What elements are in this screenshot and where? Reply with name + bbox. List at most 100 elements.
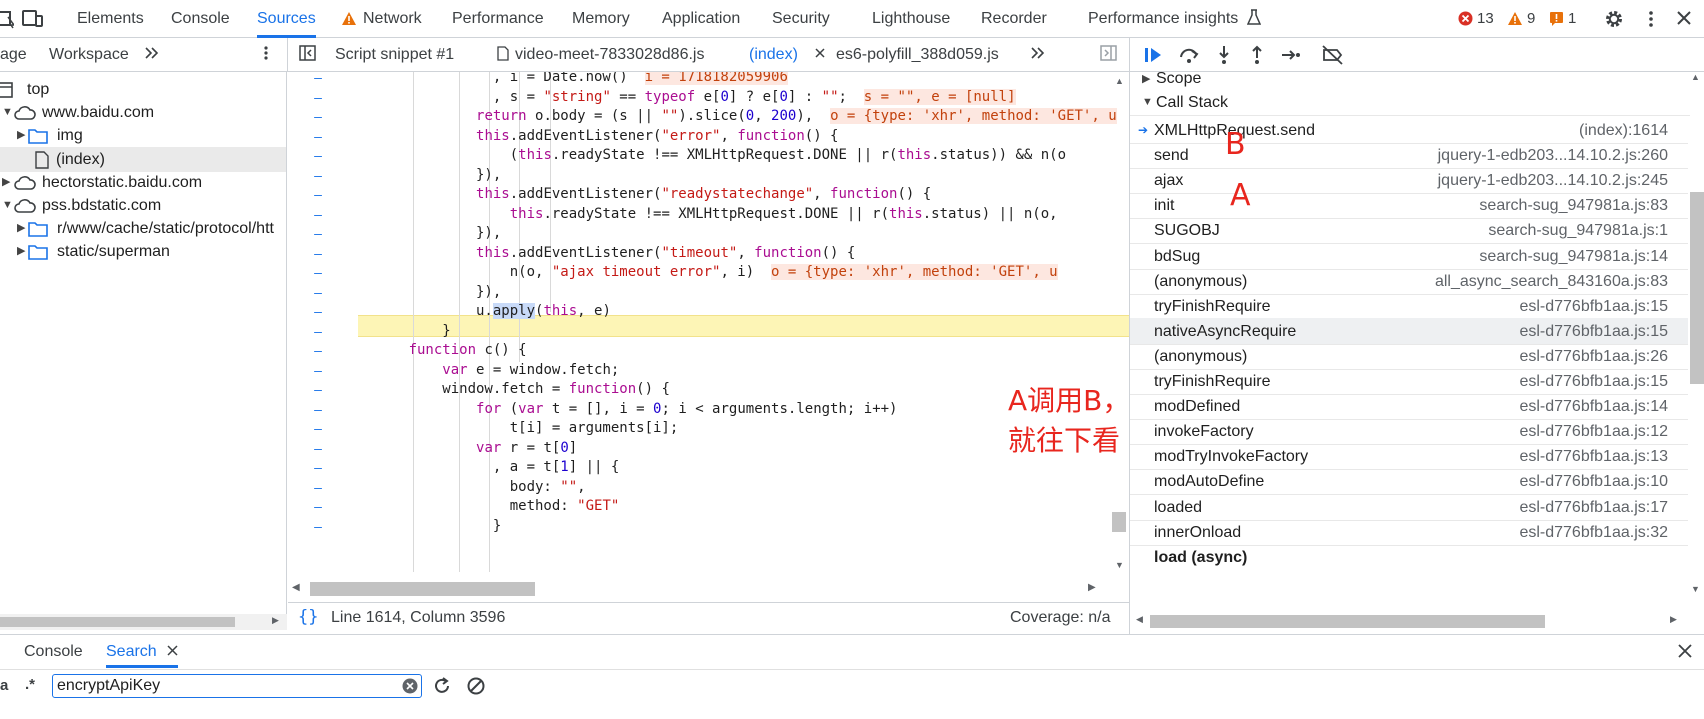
call-frame[interactable]: tryFinishRequire esl-d776bfb1aa.js:15 [1130,293,1688,320]
editor-vertical-scrollbar[interactable]: ▲ ▼ [1109,72,1129,577]
code-editor[interactable]: – – – – – – – – – – – – – – – – – – – – – – – – , i = Date.now(… [288,72,1129,572]
expand-arrow-icon[interactable]: ▶ [17,239,25,264]
scroll-right-arrow-icon[interactable]: ▶ [1088,582,1096,593]
line-gutter[interactable]: – – – – – – – – – – – – – – – – – – – – – – – – [288,72,358,572]
step-into-icon[interactable] [1213,45,1235,65]
tab-network[interactable]: Network [341,0,422,38]
line-number-marker[interactable]: – [298,223,338,244]
call-frame-location[interactable]: esl-d776bfb1aa.js:10 [1519,468,1668,495]
call-frame-location[interactable]: search-sug_947981a.js:14 [1479,243,1668,270]
scroll-right-arrow-icon[interactable]: ▶ [272,615,279,626]
call-frame-location[interactable]: esl-d776bfb1aa.js:12 [1519,418,1668,445]
match-case-toggle[interactable]: a [0,677,8,694]
more-options-icon[interactable] [1640,9,1662,29]
call-frame[interactable]: invokeFactory esl-d776bfb1aa.js:12 [1130,418,1688,446]
collapse-arrow-icon[interactable]: ▼ [2,193,13,218]
editor-tab-es6-polyfill[interactable]: es6-polyfill_388d059.js [836,38,999,72]
close-tab-icon[interactable] [814,47,826,59]
navigator-tree-item[interactable]: top [0,77,286,102]
tab-performance-insights[interactable]: Performance insights [1088,0,1261,38]
scroll-up-arrow-icon[interactable]: ▲ [1691,72,1700,82]
tab-workspace[interactable]: Workspace [49,38,129,72]
tab-memory[interactable]: Memory [572,0,630,38]
navigator-horizontal-scrollbar[interactable]: ▶ [0,614,287,630]
drawer-tab-search[interactable]: Search [106,635,179,668]
call-frame[interactable]: bdSug search-sug_947981a.js:14 [1130,243,1688,270]
line-number-marker[interactable]: – [298,282,338,303]
issues-count-badge[interactable]: 1 [1549,10,1576,27]
scroll-right-arrow-icon[interactable]: ▶ [1670,614,1677,625]
line-number-marker[interactable]: – [298,145,338,166]
call-frame[interactable]: ajax jquery-1-edb203...14.10.2.js:245 [1130,167,1688,195]
toggle-debugger-icon[interactable] [1100,38,1118,72]
call-frame[interactable]: modAutoDefine esl-d776bfb1aa.js:10 [1130,468,1688,496]
scroll-thumb[interactable] [1112,512,1126,532]
scroll-thumb[interactable] [1150,615,1545,628]
line-number-marker[interactable]: – [298,165,338,186]
regex-toggle[interactable]: .* [25,676,35,693]
navigator-tree-item[interactable]: ▶ hectorstatic.baidu.com [0,170,286,195]
call-frame-location[interactable]: all_async_search_843160a.js:83 [1435,268,1668,295]
editor-horizontal-scrollbar[interactable]: ◀ ▶ [288,579,1098,601]
call-frame[interactable]: SUGOBJ search-sug_947981a.js:1 [1130,217,1688,245]
tab-performance[interactable]: Performance [452,0,544,38]
navigator-tree-item[interactable]: ▶ r/www/cache/static/protocol/htt [0,216,286,241]
editor-tab-video-meet[interactable]: video-meet-7833028d86.js [497,38,704,72]
line-number-marker[interactable]: – [298,301,338,322]
call-frame-location[interactable]: esl-d776bfb1aa.js:13 [1519,443,1668,470]
collapse-arrow-icon[interactable]: ▼ [2,100,13,125]
scroll-thumb[interactable] [1690,192,1704,384]
call-frame-location[interactable]: esl-d776bfb1aa.js:26 [1519,343,1668,370]
call-frame[interactable]: init search-sug_947981a.js:83 [1130,192,1688,220]
close-devtools-icon[interactable] [1673,9,1695,29]
tab-application[interactable]: Application [662,0,740,38]
warning-count-badge[interactable]: 9 [1507,10,1535,27]
more-tabs-chevron-icon[interactable] [144,38,160,72]
call-frame-location[interactable]: esl-d776bfb1aa.js:15 [1519,318,1668,345]
scroll-down-arrow-icon[interactable]: ▼ [1691,584,1700,594]
tab-page[interactable]: age [0,38,27,72]
tab-elements[interactable]: Elements [77,0,144,38]
call-frame[interactable]: (anonymous) esl-d776bfb1aa.js:26 [1130,343,1688,370]
call-frame[interactable]: send jquery-1-edb203...14.10.2.js:260 [1130,142,1688,170]
line-number-marker[interactable]: – [298,321,338,342]
call-frame[interactable]: ➔ XMLHttpRequest.send (index):1614 [1130,117,1688,144]
scroll-down-arrow-icon[interactable]: ▼ [1115,560,1124,570]
line-number-marker[interactable]: – [298,379,338,400]
call-frame-location[interactable]: jquery-1-edb203...14.10.2.js:260 [1438,142,1668,169]
call-stack-section-header[interactable]: ▼ Call Stack [1130,89,1690,116]
line-number-marker[interactable]: – [298,262,338,283]
navigator-menu-icon[interactable] [262,38,270,72]
inspect-element-icon[interactable] [0,9,14,29]
scroll-thumb[interactable] [0,617,235,627]
editor-tab-snippet[interactable]: Script snippet #1 [335,38,454,72]
editor-tab-index[interactable]: (index) [749,38,826,72]
navigator-tree-item[interactable]: (index) [0,146,286,172]
call-frame-location[interactable]: esl-d776bfb1aa.js:15 [1519,368,1668,395]
call-frame[interactable]: nativeAsyncRequire esl-d776bfb1aa.js:15 [1130,317,1688,345]
scroll-left-arrow-icon[interactable]: ◀ [1136,614,1143,625]
navigator-tree-item[interactable]: ▼ pss.bdstatic.com [0,193,286,218]
clear-search-icon[interactable] [402,678,418,698]
call-frame[interactable]: loaded esl-d776bfb1aa.js:17 [1130,494,1688,521]
scroll-thumb[interactable] [310,582,535,596]
call-frame[interactable]: innerOnload esl-d776bfb1aa.js:32 [1130,519,1688,546]
line-number-marker[interactable]: – [298,184,338,205]
tab-console[interactable]: Console [171,0,230,38]
sidebar-horizontal-scrollbar[interactable]: ◀ ▶ [1130,612,1688,630]
tab-sources[interactable]: Sources [257,0,316,38]
coverage-status[interactable]: Coverage: n/a [1010,609,1111,627]
clear-results-icon[interactable] [466,676,486,700]
line-number-marker[interactable]: – [298,360,338,381]
toggle-navigator-icon[interactable] [299,38,317,72]
more-editor-tabs-chevron-icon[interactable] [1030,38,1046,72]
device-toolbar-icon[interactable] [22,9,44,29]
line-number-marker[interactable]: – [298,87,338,108]
line-number-marker[interactable]: – [298,340,338,361]
step-out-icon[interactable] [1246,45,1268,65]
line-number-marker[interactable]: – [298,418,338,439]
step-icon[interactable] [1280,45,1302,65]
navigator-tree-item[interactable]: ▶ static/superman [0,239,286,264]
scroll-left-arrow-icon[interactable]: ◀ [292,582,300,593]
line-number-marker[interactable]: – [298,106,338,127]
